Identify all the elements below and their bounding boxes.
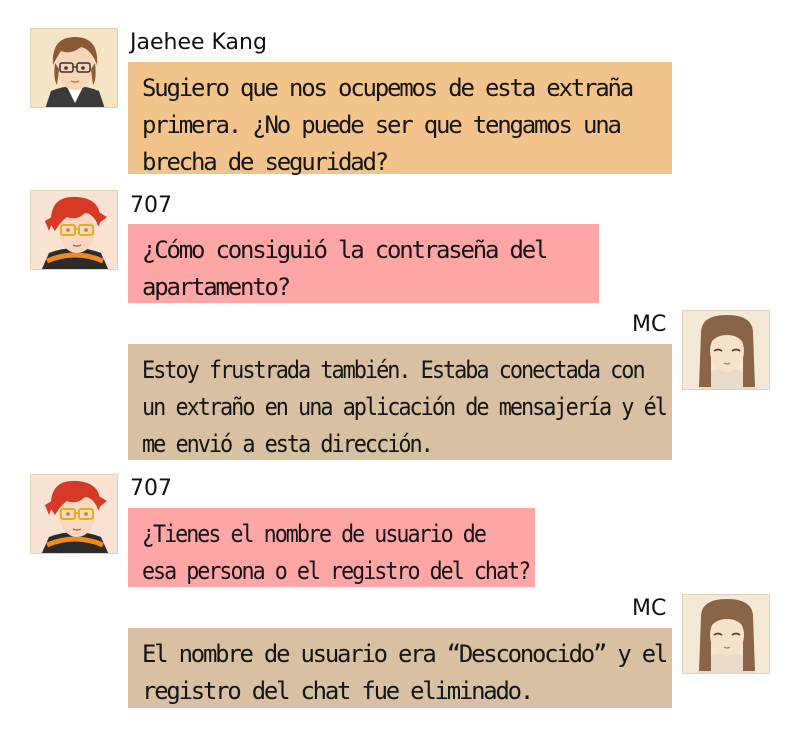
sender-name: MC — [632, 312, 667, 337]
sender-name: Jaehee Kang — [130, 30, 267, 55]
mc-avatar-icon — [682, 310, 770, 390]
message-bubble: ¿Cómo consiguió la contraseña del aparta… — [128, 224, 599, 303]
message-line: registro del chat fue eliminado. — [142, 677, 534, 705]
message-line: ¿Cómo consiguió la contraseña del — [142, 236, 548, 264]
707-avatar-icon — [30, 474, 118, 554]
jaehee-avatar-icon — [30, 28, 118, 108]
message-line: Sugiero que nos ocupemos de esta extraña — [142, 74, 634, 102]
message-line: brecha de seguridad? — [142, 148, 389, 176]
message-bubble: ¿Tienes el nombre de usuario de esa pers… — [128, 508, 535, 587]
sender-name: MC — [632, 596, 667, 621]
message-line: ¿Tienes el nombre de usuario de — [142, 520, 487, 548]
message-bubble: Estoy frustrada también. Estaba conectad… — [128, 344, 672, 460]
message-line: El nombre de usuario era “Desconocido” y… — [142, 640, 668, 668]
message-line: primera. ¿No puede ser que tengamos una — [142, 111, 622, 139]
707-avatar-icon — [30, 190, 118, 270]
message-line: un extraño en una aplicación de mensajer… — [142, 393, 668, 421]
message-bubble: Sugiero que nos ocupemos de esta extraña… — [128, 62, 672, 176]
mc-avatar-icon — [682, 594, 770, 674]
message-line: apartamento? — [142, 273, 291, 301]
sender-name: 707 — [130, 476, 172, 501]
message-line: me envió a esta dirección. — [142, 430, 434, 458]
message-bubble: El nombre de usuario era “Desconocido” y… — [128, 628, 672, 708]
message-line: esa persona o el registro del chat? — [142, 557, 531, 585]
message-line: Estoy frustrada también. Estaba conectad… — [142, 356, 646, 384]
sender-name: 707 — [130, 193, 172, 218]
